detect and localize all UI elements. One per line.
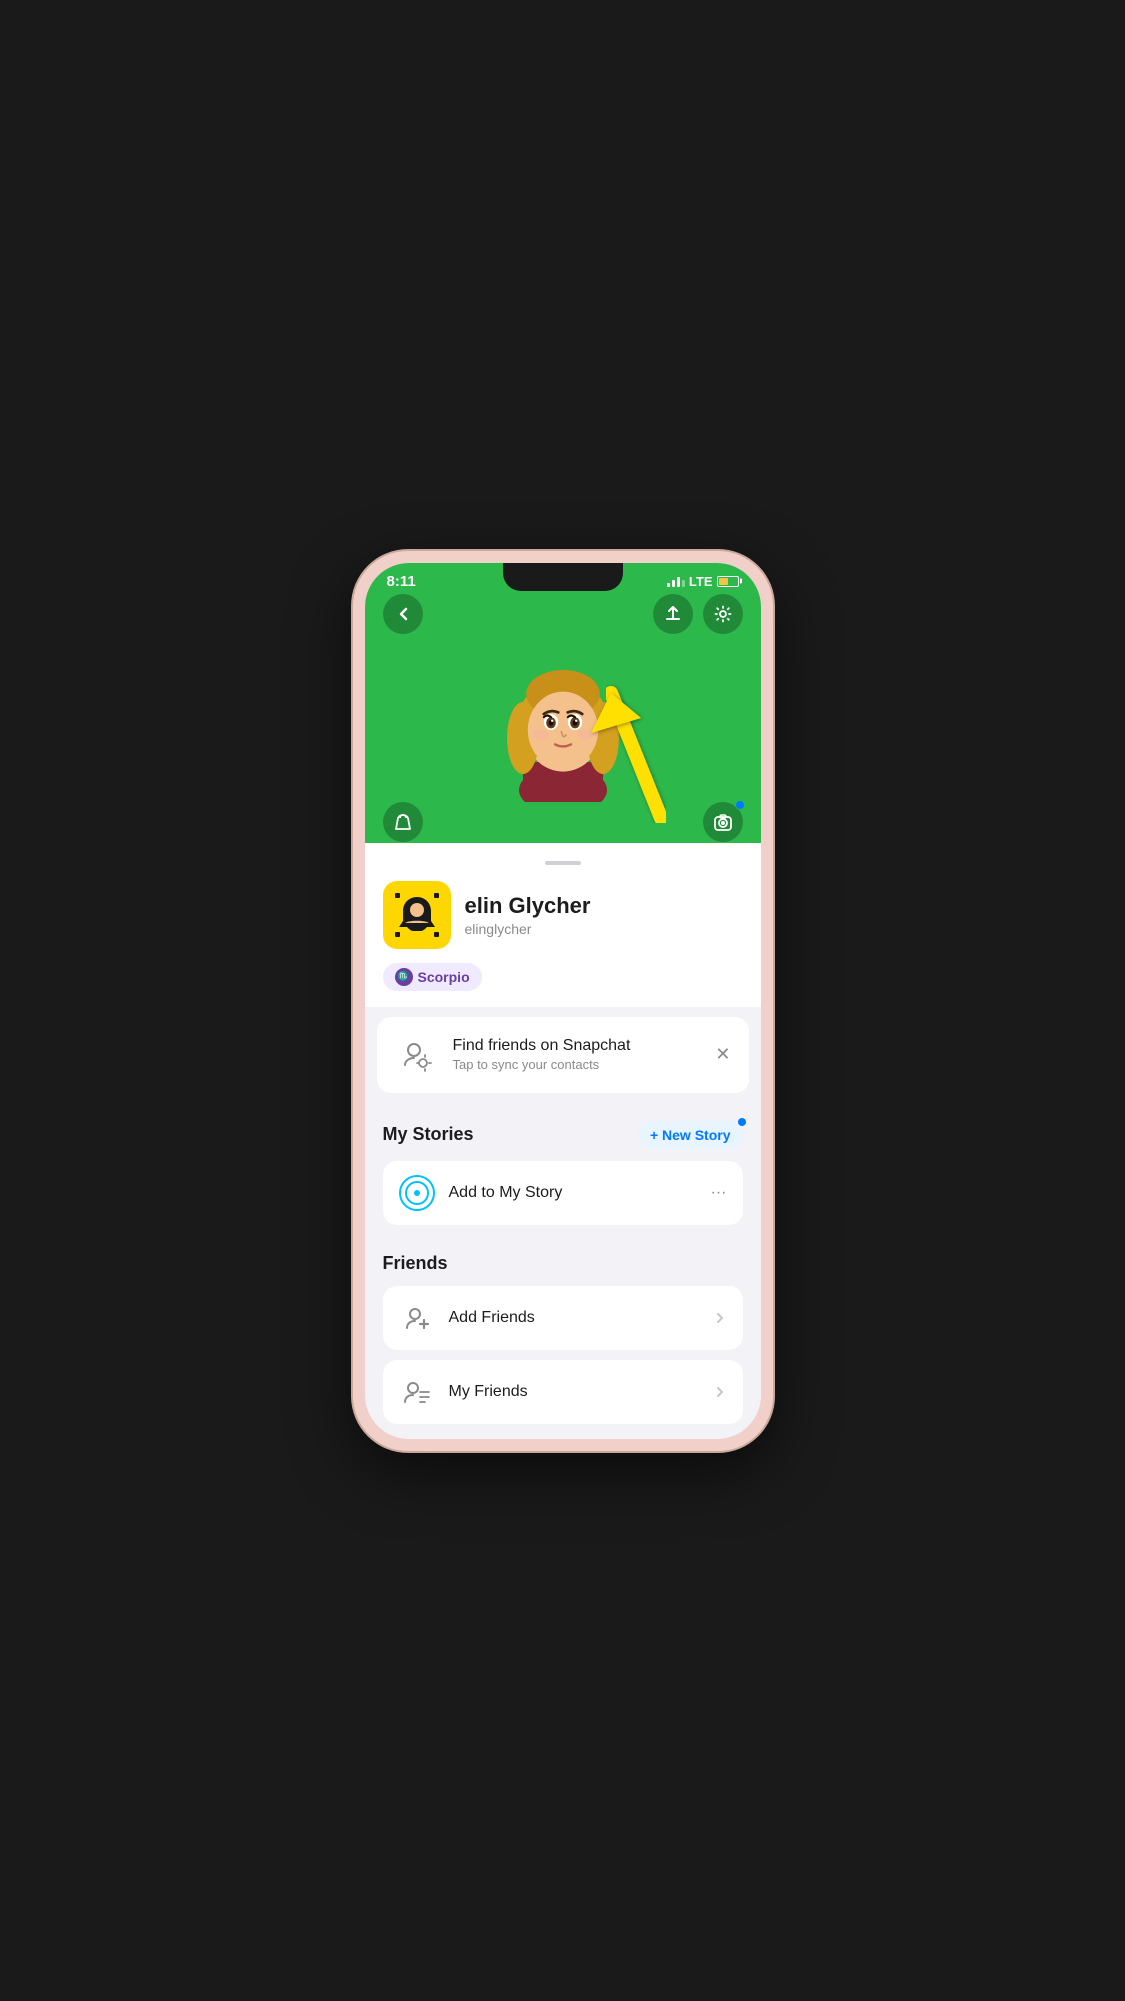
find-friends-title: Find friends on Snapchat [453, 1037, 702, 1055]
dismiss-find-friends-button[interactable]: ✕ [715, 1044, 730, 1065]
status-right: LTE [667, 574, 739, 589]
wardrobe-button[interactable] [383, 802, 423, 842]
zodiac-label: Scorpio [418, 969, 470, 985]
snapcode[interactable] [383, 881, 451, 949]
find-friends-subtitle: Tap to sync your contacts [453, 1057, 702, 1072]
story-icon-inner [405, 1181, 429, 1205]
header-right-buttons [653, 594, 743, 634]
battery-fill [719, 578, 729, 585]
friends-section: Friends Add Friends [365, 1235, 761, 1424]
sync-contacts-icon [399, 1037, 435, 1073]
back-button[interactable] [383, 594, 423, 634]
find-friends-text: Find friends on Snapchat Tap to sync you… [453, 1037, 702, 1072]
zodiac-icon: ♏ [395, 968, 413, 986]
add-friends-item[interactable]: Add Friends [383, 1286, 743, 1350]
friends-list-icon [403, 1378, 431, 1406]
header-controls [365, 594, 761, 642]
profile-text: elin Glycher elinglycher [465, 893, 591, 937]
zodiac-badge[interactable]: ♏ Scorpio [383, 963, 482, 991]
bitmoji-avatar [483, 642, 643, 802]
story-camera-icon [399, 1175, 435, 1211]
drag-handle [545, 861, 581, 865]
add-person-icon [403, 1304, 431, 1332]
my-friends-icon [399, 1374, 435, 1410]
my-stories-title: My Stories [383, 1124, 474, 1145]
green-header: 8:11 LTE [365, 563, 761, 843]
find-friends-banner[interactable]: Find friends on Snapchat Tap to sync you… [377, 1017, 749, 1093]
share-button[interactable] [653, 594, 693, 634]
profile-username: elinglycher [465, 921, 591, 937]
signal-bar-2 [672, 580, 675, 587]
new-story-notification-dot [738, 1118, 746, 1126]
scroll-content[interactable]: elin Glycher elinglycher ♏ Scorpio [365, 843, 761, 1439]
lte-label: LTE [689, 574, 713, 589]
share-icon [664, 605, 682, 623]
signal-bars [667, 575, 685, 587]
new-story-button[interactable]: + New Story [638, 1121, 743, 1149]
my-friends-item[interactable]: My Friends [383, 1360, 743, 1424]
add-friends-label: Add Friends [449, 1309, 699, 1327]
signal-bar-1 [667, 583, 670, 587]
bitmoji-svg [483, 642, 643, 802]
signal-bar-4 [682, 580, 685, 587]
friends-title: Friends [383, 1253, 448, 1274]
find-friends-icon [395, 1033, 439, 1077]
phone-screen: 8:11 LTE [365, 563, 761, 1439]
new-story-label: + New Story [650, 1127, 731, 1143]
story-icon-dot [414, 1190, 420, 1196]
back-icon [396, 607, 410, 621]
profile-card: elin Glycher elinglycher ♏ Scorpio [365, 843, 761, 1007]
my-friends-label: My Friends [449, 1383, 699, 1401]
snapcode-svg [387, 885, 447, 945]
photo-icon [713, 812, 733, 832]
add-to-my-story-item[interactable]: Add to My Story ··· [383, 1161, 743, 1225]
avatar-container [365, 642, 761, 802]
spotlight-section: Spotlight & Snap Map Options [365, 1434, 761, 1439]
story-icon-outer [399, 1175, 435, 1211]
phone-frame: 8:11 LTE [353, 551, 773, 1451]
my-stories-header: My Stories + New Story [383, 1121, 743, 1149]
chevron-right-icon-2 [713, 1385, 727, 1399]
friends-header: Friends [383, 1253, 743, 1274]
chevron-right-icon [713, 1311, 727, 1325]
wardrobe-icon [393, 812, 413, 832]
add-to-my-story-label: Add to My Story [449, 1184, 697, 1202]
photo-button[interactable] [703, 802, 743, 842]
settings-icon [714, 605, 732, 623]
status-time: 8:11 [387, 573, 416, 590]
settings-button[interactable] [703, 594, 743, 634]
profile-name: elin Glycher [465, 893, 591, 919]
profile-info: elin Glycher elinglycher [383, 881, 743, 949]
my-stories-section: My Stories + New Story Add to [365, 1103, 761, 1225]
more-options-icon[interactable]: ··· [711, 1184, 727, 1202]
battery-icon [717, 576, 739, 587]
signal-bar-3 [677, 577, 680, 587]
notch [503, 563, 623, 591]
notification-dot [735, 800, 745, 810]
add-friends-icon [399, 1300, 435, 1336]
